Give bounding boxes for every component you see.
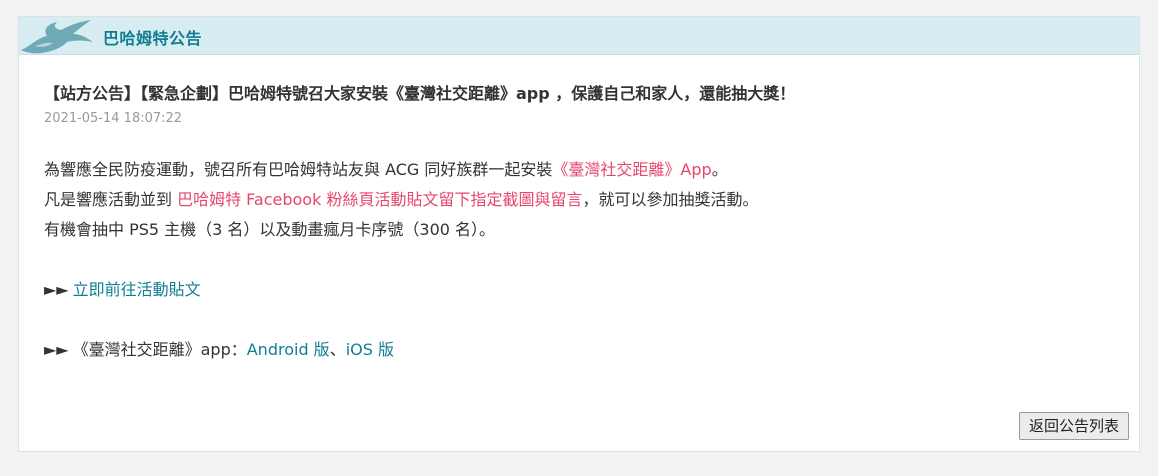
app-link-row: ►► 《臺灣社交距離》app：Android 版、iOS 版 xyxy=(44,335,1119,365)
body-line-3: 有機會抽中 PS5 主機（3 名）以及動畫瘋月卡序號（300 名）。 xyxy=(44,220,496,239)
dragon-logo-icon xyxy=(21,20,93,54)
body-line-1-suffix: 。 xyxy=(711,160,728,179)
announcement-article: 【站方公告】【緊急企劃】巴哈姆特號召大家安裝《臺灣社交距離》app ，保護自己和… xyxy=(44,79,1119,365)
double-arrow-icon: ►► xyxy=(44,280,69,299)
back-to-list-button[interactable]: 返回公告列表 xyxy=(1018,412,1129,440)
body-line-2-prefix: 凡是響應活動並到 xyxy=(44,190,178,209)
body-line-2-suffix: ，就可以參加抽獎活動。 xyxy=(582,190,759,209)
android-link[interactable]: Android 版 xyxy=(247,340,330,359)
article-date: 2021-05-14 18:07:22 xyxy=(44,111,183,126)
article-title: 【站方公告】【緊急企劃】巴哈姆特號召大家安裝《臺灣社交距離》app ，保護自己和… xyxy=(44,84,796,103)
body-line-2: 凡是響應活動並到 巴哈姆特 Facebook 粉絲頁活動貼文留下指定截圖與留言，… xyxy=(44,185,1119,215)
body-line-1-prefix: 為響應全民防疫運動，號召所有巴哈姆特站友與 ACG 同好族群一起安裝 xyxy=(44,160,553,179)
body-line-2-highlight: 巴哈姆特 Facebook 粉絲頁活動貼文留下指定截圖與留言 xyxy=(177,190,583,209)
ios-link[interactable]: iOS 版 xyxy=(346,340,394,359)
body-line-1: 為響應全民防疫運動，號召所有巴哈姆特站友與 ACG 同好族群一起安裝《臺灣社交距… xyxy=(44,155,1119,185)
article-body: 為響應全民防疫運動，號召所有巴哈姆特站友與 ACG 同好族群一起安裝《臺灣社交距… xyxy=(44,155,1119,245)
event-post-link[interactable]: 立即前往活動貼文 xyxy=(73,280,201,299)
body-line-1-highlight: 《臺灣社交距離》App xyxy=(552,160,712,179)
announcement-panel: 巴哈姆特公告 【站方公告】【緊急企劃】巴哈姆特號召大家安裝《臺灣社交距離》app… xyxy=(18,16,1140,452)
panel-header: 巴哈姆特公告 xyxy=(19,17,1139,55)
event-link-row: ►► 立即前往活動貼文 xyxy=(44,275,1119,305)
link-separator: 、 xyxy=(329,340,346,359)
header-title: 巴哈姆特公告 xyxy=(103,29,203,48)
double-arrow-icon: ►► xyxy=(44,340,69,359)
app-link-prefix: 《臺灣社交距離》app： xyxy=(72,340,247,359)
